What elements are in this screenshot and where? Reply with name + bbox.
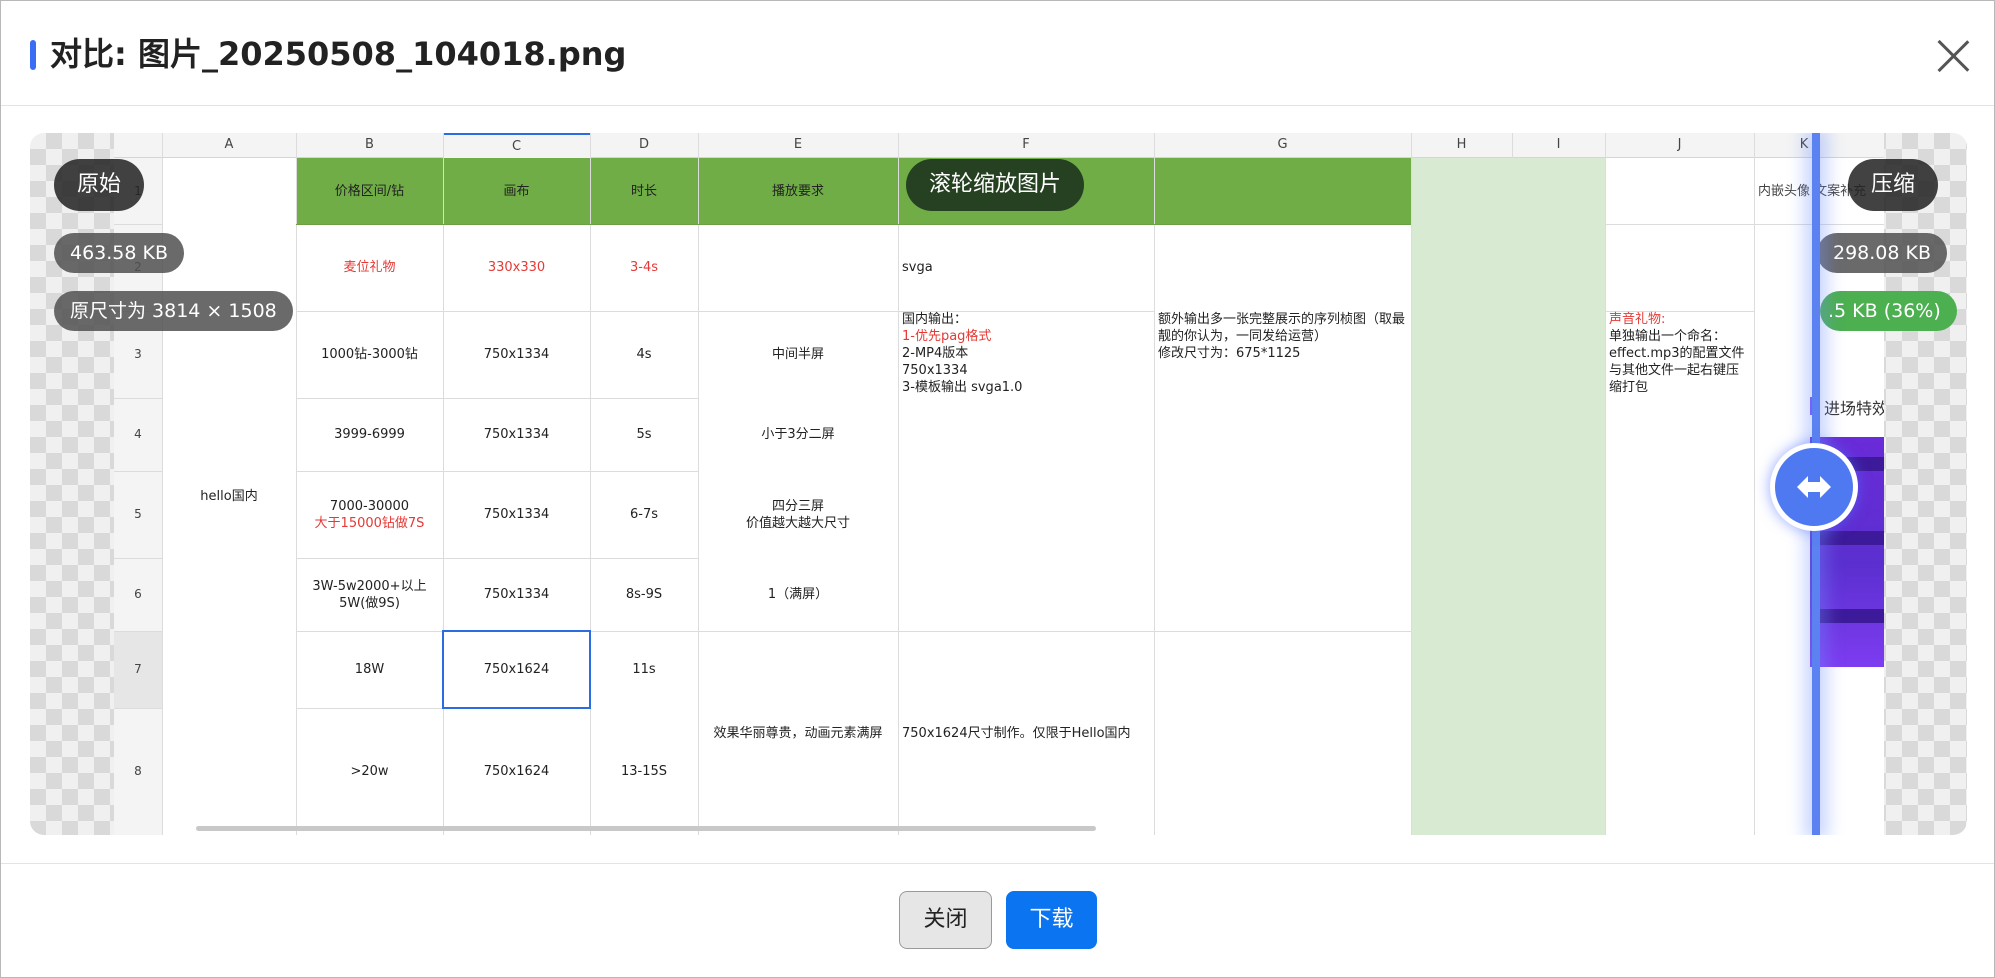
col-j: J: [1605, 133, 1754, 158]
column-h-i-header-fill: [1411, 158, 1605, 224]
row-7: 7: [114, 631, 162, 708]
cell-b8: >20w: [350, 764, 389, 779]
col-i: I: [1512, 133, 1605, 158]
zoom-hint: 滚轮缩放图片: [906, 159, 1085, 211]
header-canvas: 画布: [503, 183, 530, 199]
col-k: K: [1754, 133, 1854, 158]
cell-e7-merged: 效果华丽尊贵，动画元素满屏: [713, 725, 883, 741]
compare-viewer[interactable]: A B C D E F G H I J K 1 2 3 4 5 6 7 8: [30, 133, 1967, 835]
dialog-title: 对比: 图片_20250508_104018.png: [50, 35, 627, 73]
row-6: 6: [114, 558, 162, 631]
row-4: 4: [114, 398, 162, 471]
cell-e5-line1: 四分三屏: [771, 498, 824, 514]
cell-b3: 1000钻-3000钻: [321, 347, 418, 362]
compare-dialog: 对比: 图片_20250508_104018.png A B C D E F G…: [0, 0, 1995, 978]
cell-c6: 750x1334: [483, 587, 550, 602]
cell-d7: 11s: [632, 662, 656, 677]
col-f: F: [898, 133, 1154, 158]
cell-e5-line2: 价值越大越大尺寸: [745, 515, 850, 531]
col-h: H: [1411, 133, 1512, 158]
cell-c4: 750x1334: [483, 427, 550, 442]
original-label: 原始: [54, 159, 145, 211]
saving-badge: .5 KB (36%): [1820, 291, 1957, 331]
download-button[interactable]: 下载: [1006, 891, 1097, 949]
col-e: E: [698, 133, 898, 158]
cell-c2: 330x330: [487, 260, 546, 275]
f-line3: 2-MP4版本: [902, 346, 969, 361]
cell-b5-line1: 7000-30000: [329, 498, 410, 514]
j-line5: 缩打包: [1609, 380, 1649, 395]
f-line4: 750x1334: [902, 363, 968, 378]
cell-e6: 1（满屏）: [767, 587, 829, 602]
header-price: 价格区间/钻: [334, 183, 405, 199]
col-d: D: [590, 133, 698, 158]
cell-b6: 3W-5w2000+以上 5W(做9S): [296, 558, 443, 631]
sheet-horizontal-scrollbar: [196, 826, 1096, 831]
header-duration: 时长: [630, 183, 657, 199]
row-5: 5: [114, 471, 162, 558]
g-line1: 额外输出多一张完整展示的序列桢图（取最: [1158, 312, 1406, 327]
cell-d3: 4s: [636, 347, 652, 362]
col-b: B: [296, 133, 443, 158]
drag-arrows-icon: [1797, 476, 1831, 498]
cell-b5-line2: 大于15000钻做7S: [314, 515, 425, 531]
title-accent-bar: [30, 40, 36, 70]
selected-cell-c7: [442, 630, 591, 709]
g-line3: 修改尺寸为：675*1125: [1158, 346, 1301, 361]
cell-f3-merged: 国内输出： 1-优先pag格式 2-MP4版本 750x1334 3-模板输出 …: [898, 311, 1154, 631]
f-line5: 3-模板输出 svga1.0: [902, 380, 1023, 395]
cell-d6: 8s-9S: [625, 587, 663, 602]
col-a: A: [162, 133, 296, 158]
spreadsheet-image: A B C D E F G H I J K 1 2 3 4 5 6 7 8: [114, 133, 1884, 835]
header-playback: 播放要求: [771, 183, 824, 199]
col-c: C: [443, 133, 590, 160]
j-line2: 单独输出一个命名：: [1609, 329, 1727, 344]
column-h-i-fill: [1411, 224, 1605, 835]
cell-d2: 3-4s: [629, 260, 658, 275]
original-size-badge: 463.58 KB: [54, 233, 185, 273]
original-dimensions-badge: 原尺寸为 3814 × 1508: [54, 291, 293, 331]
cell-e5: 四分三屏 价值越大越大尺寸: [698, 471, 898, 558]
cell-b6-line1: 3W-5w2000+以上: [312, 578, 427, 594]
cell-b4: 3999-6999: [334, 427, 405, 442]
cell-e4: 小于3分二屏: [761, 427, 835, 442]
cell-f7-merged: 750x1624尺寸制作。仅限于Hello国内: [902, 725, 1131, 741]
compressed-size-badge: 298.08 KB: [1817, 233, 1948, 273]
cell-g-merged: 额外输出多一张完整展示的序列桢图（取最 靓的你认为，一同发给运营） 修改尺寸为：…: [1154, 311, 1411, 835]
footer-divider: [1, 863, 1994, 864]
cell-c5: 750x1334: [483, 507, 550, 522]
compare-handle[interactable]: [1770, 443, 1858, 531]
cell-b6-line2: 5W(做9S): [339, 595, 400, 611]
cell-e3: 中间半屏: [771, 347, 824, 362]
cell-c3: 750x1334: [483, 347, 550, 362]
close-icon[interactable]: [1931, 34, 1975, 78]
dialog-header: 对比: 图片_20250508_104018.png: [1, 1, 1994, 106]
cell-b2: 麦位礼物: [343, 260, 396, 275]
cell-c8: 750x1624: [483, 764, 550, 779]
j-line3: effect.mp3的配置文件: [1609, 346, 1745, 361]
cell-d4: 5s: [636, 427, 652, 442]
cell-j-merged: 声音礼物: 单独输出一个命名： effect.mp3的配置文件 与其他文件一起右…: [1605, 311, 1754, 835]
j-line1: 声音礼物:: [1609, 312, 1666, 327]
g-line2: 靓的你认为，一同发给运营）: [1158, 329, 1328, 344]
j-line4: 与其他文件一起右键压: [1609, 363, 1740, 378]
f-line1: 国内输出：: [902, 312, 968, 327]
row-8: 8: [114, 708, 162, 835]
compressed-label: 压缩: [1848, 159, 1939, 211]
cell-d8: 13-15S: [620, 764, 668, 779]
k-title: 进场特效尺: [1824, 399, 1884, 418]
col-g: G: [1154, 133, 1411, 158]
close-button[interactable]: 关闭: [899, 891, 992, 949]
cell-b7: 18W: [354, 662, 385, 677]
f-line2: 1-优先pag格式: [902, 329, 992, 344]
cell-f2: svga: [902, 260, 933, 275]
cell-b5: 7000-30000 大于15000钻做7S: [296, 471, 443, 558]
cell-d5: 6-7s: [629, 507, 658, 522]
